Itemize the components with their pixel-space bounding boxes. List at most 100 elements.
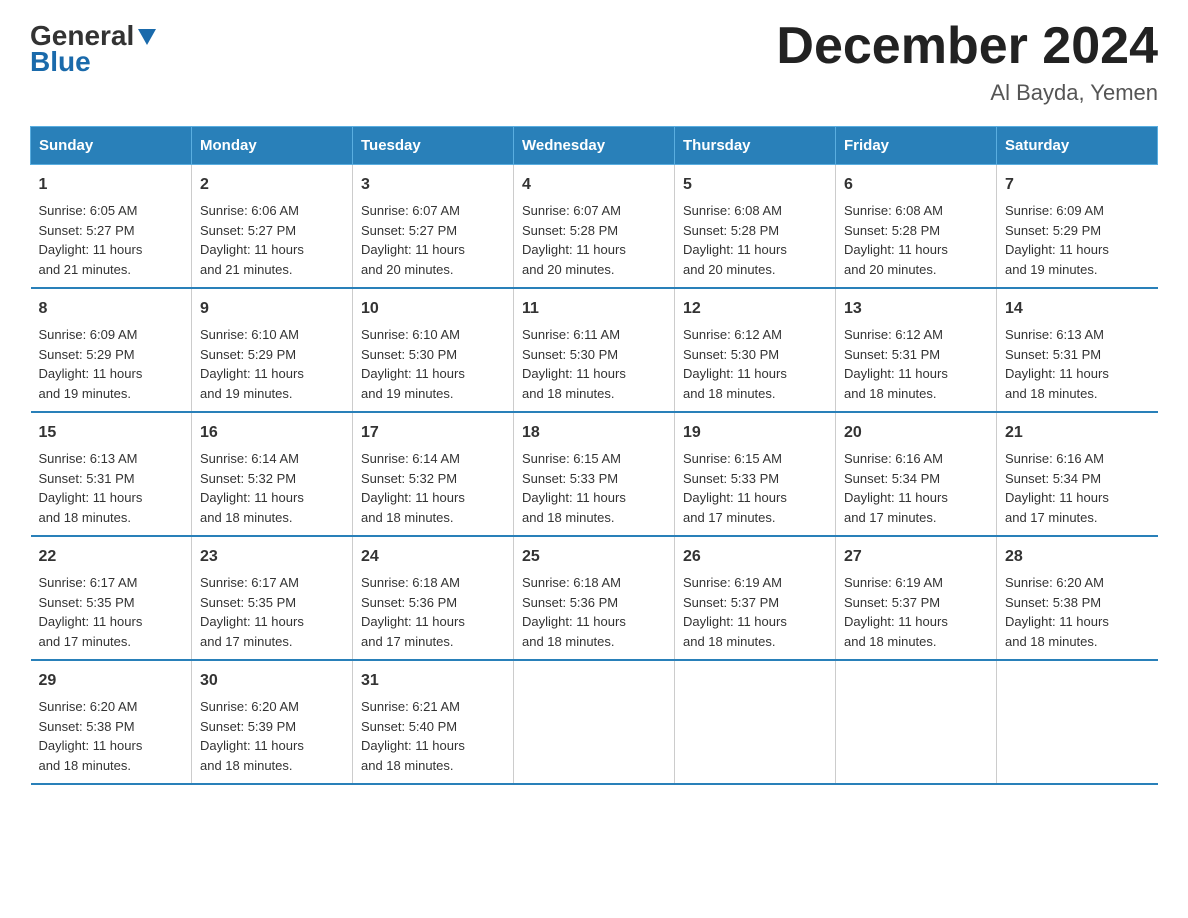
table-row: 31 Sunrise: 6:21 AMSunset: 5:40 PMDaylig… <box>353 660 514 784</box>
header-saturday: Saturday <box>997 127 1158 165</box>
day-info: Sunrise: 6:19 AMSunset: 5:37 PMDaylight:… <box>844 575 948 649</box>
day-info: Sunrise: 6:12 AMSunset: 5:31 PMDaylight:… <box>844 327 948 401</box>
day-info: Sunrise: 6:18 AMSunset: 5:36 PMDaylight:… <box>361 575 465 649</box>
header-monday: Monday <box>192 127 353 165</box>
day-info: Sunrise: 6:10 AMSunset: 5:29 PMDaylight:… <box>200 327 304 401</box>
month-title: December 2024 <box>776 20 1158 72</box>
table-row: 7 Sunrise: 6:09 AMSunset: 5:29 PMDayligh… <box>997 165 1158 289</box>
table-row: 22 Sunrise: 6:17 AMSunset: 5:35 PMDaylig… <box>31 536 192 660</box>
table-row: 29 Sunrise: 6:20 AMSunset: 5:38 PMDaylig… <box>31 660 192 784</box>
table-row: 8 Sunrise: 6:09 AMSunset: 5:29 PMDayligh… <box>31 288 192 412</box>
day-info: Sunrise: 6:15 AMSunset: 5:33 PMDaylight:… <box>683 451 787 525</box>
day-number: 23 <box>200 545 344 569</box>
day-info: Sunrise: 6:08 AMSunset: 5:28 PMDaylight:… <box>844 203 948 277</box>
day-info: Sunrise: 6:11 AMSunset: 5:30 PMDaylight:… <box>522 327 626 401</box>
day-number: 29 <box>39 669 184 693</box>
table-row: 25 Sunrise: 6:18 AMSunset: 5:36 PMDaylig… <box>514 536 675 660</box>
day-info: Sunrise: 6:16 AMSunset: 5:34 PMDaylight:… <box>844 451 948 525</box>
day-number: 7 <box>1005 173 1150 197</box>
day-number: 26 <box>683 545 827 569</box>
day-number: 8 <box>39 297 184 321</box>
table-row: 9 Sunrise: 6:10 AMSunset: 5:29 PMDayligh… <box>192 288 353 412</box>
day-number: 10 <box>361 297 505 321</box>
page-header: General Blue December 2024 Al Bayda, Yem… <box>30 20 1158 106</box>
day-number: 5 <box>683 173 827 197</box>
day-info: Sunrise: 6:17 AMSunset: 5:35 PMDaylight:… <box>200 575 304 649</box>
day-number: 3 <box>361 173 505 197</box>
table-row <box>997 660 1158 784</box>
calendar-week-row: 8 Sunrise: 6:09 AMSunset: 5:29 PMDayligh… <box>31 288 1158 412</box>
day-info: Sunrise: 6:20 AMSunset: 5:39 PMDaylight:… <box>200 699 304 773</box>
day-info: Sunrise: 6:15 AMSunset: 5:33 PMDaylight:… <box>522 451 626 525</box>
table-row: 30 Sunrise: 6:20 AMSunset: 5:39 PMDaylig… <box>192 660 353 784</box>
table-row: 20 Sunrise: 6:16 AMSunset: 5:34 PMDaylig… <box>836 412 997 536</box>
table-row: 2 Sunrise: 6:06 AMSunset: 5:27 PMDayligh… <box>192 165 353 289</box>
table-row: 6 Sunrise: 6:08 AMSunset: 5:28 PMDayligh… <box>836 165 997 289</box>
table-row: 3 Sunrise: 6:07 AMSunset: 5:27 PMDayligh… <box>353 165 514 289</box>
table-row: 13 Sunrise: 6:12 AMSunset: 5:31 PMDaylig… <box>836 288 997 412</box>
calendar-table: Sunday Monday Tuesday Wednesday Thursday… <box>30 126 1158 785</box>
table-row: 5 Sunrise: 6:08 AMSunset: 5:28 PMDayligh… <box>675 165 836 289</box>
day-info: Sunrise: 6:12 AMSunset: 5:30 PMDaylight:… <box>683 327 787 401</box>
table-row: 18 Sunrise: 6:15 AMSunset: 5:33 PMDaylig… <box>514 412 675 536</box>
day-number: 4 <box>522 173 666 197</box>
header-wednesday: Wednesday <box>514 127 675 165</box>
day-number: 2 <box>200 173 344 197</box>
day-number: 9 <box>200 297 344 321</box>
calendar-week-row: 22 Sunrise: 6:17 AMSunset: 5:35 PMDaylig… <box>31 536 1158 660</box>
table-row: 4 Sunrise: 6:07 AMSunset: 5:28 PMDayligh… <box>514 165 675 289</box>
table-row: 23 Sunrise: 6:17 AMSunset: 5:35 PMDaylig… <box>192 536 353 660</box>
table-row: 17 Sunrise: 6:14 AMSunset: 5:32 PMDaylig… <box>353 412 514 536</box>
logo-triangle-icon <box>138 29 156 45</box>
table-row <box>514 660 675 784</box>
day-number: 21 <box>1005 421 1150 445</box>
calendar-week-row: 1 Sunrise: 6:05 AMSunset: 5:27 PMDayligh… <box>31 165 1158 289</box>
day-info: Sunrise: 6:13 AMSunset: 5:31 PMDaylight:… <box>39 451 143 525</box>
table-row: 21 Sunrise: 6:16 AMSunset: 5:34 PMDaylig… <box>997 412 1158 536</box>
day-number: 17 <box>361 421 505 445</box>
day-info: Sunrise: 6:05 AMSunset: 5:27 PMDaylight:… <box>39 203 143 277</box>
day-info: Sunrise: 6:13 AMSunset: 5:31 PMDaylight:… <box>1005 327 1109 401</box>
day-number: 19 <box>683 421 827 445</box>
day-info: Sunrise: 6:14 AMSunset: 5:32 PMDaylight:… <box>200 451 304 525</box>
day-number: 14 <box>1005 297 1150 321</box>
day-number: 28 <box>1005 545 1150 569</box>
day-info: Sunrise: 6:19 AMSunset: 5:37 PMDaylight:… <box>683 575 787 649</box>
location-title: Al Bayda, Yemen <box>776 80 1158 106</box>
day-info: Sunrise: 6:14 AMSunset: 5:32 PMDaylight:… <box>361 451 465 525</box>
day-info: Sunrise: 6:20 AMSunset: 5:38 PMDaylight:… <box>39 699 143 773</box>
table-row: 14 Sunrise: 6:13 AMSunset: 5:31 PMDaylig… <box>997 288 1158 412</box>
day-info: Sunrise: 6:08 AMSunset: 5:28 PMDaylight:… <box>683 203 787 277</box>
header-thursday: Thursday <box>675 127 836 165</box>
day-number: 27 <box>844 545 988 569</box>
day-info: Sunrise: 6:07 AMSunset: 5:27 PMDaylight:… <box>361 203 465 277</box>
table-row <box>836 660 997 784</box>
day-number: 15 <box>39 421 184 445</box>
table-row: 16 Sunrise: 6:14 AMSunset: 5:32 PMDaylig… <box>192 412 353 536</box>
table-row: 10 Sunrise: 6:10 AMSunset: 5:30 PMDaylig… <box>353 288 514 412</box>
day-info: Sunrise: 6:07 AMSunset: 5:28 PMDaylight:… <box>522 203 626 277</box>
day-number: 12 <box>683 297 827 321</box>
title-block: December 2024 Al Bayda, Yemen <box>776 20 1158 106</box>
day-info: Sunrise: 6:20 AMSunset: 5:38 PMDaylight:… <box>1005 575 1109 649</box>
day-number: 11 <box>522 297 666 321</box>
day-info: Sunrise: 6:06 AMSunset: 5:27 PMDaylight:… <box>200 203 304 277</box>
day-info: Sunrise: 6:09 AMSunset: 5:29 PMDaylight:… <box>39 327 143 401</box>
header-sunday: Sunday <box>31 127 192 165</box>
calendar-header-row: Sunday Monday Tuesday Wednesday Thursday… <box>31 127 1158 165</box>
table-row: 24 Sunrise: 6:18 AMSunset: 5:36 PMDaylig… <box>353 536 514 660</box>
day-info: Sunrise: 6:17 AMSunset: 5:35 PMDaylight:… <box>39 575 143 649</box>
day-info: Sunrise: 6:10 AMSunset: 5:30 PMDaylight:… <box>361 327 465 401</box>
table-row: 27 Sunrise: 6:19 AMSunset: 5:37 PMDaylig… <box>836 536 997 660</box>
day-number: 20 <box>844 421 988 445</box>
table-row: 28 Sunrise: 6:20 AMSunset: 5:38 PMDaylig… <box>997 536 1158 660</box>
logo-blue-text: Blue <box>30 46 91 78</box>
day-info: Sunrise: 6:18 AMSunset: 5:36 PMDaylight:… <box>522 575 626 649</box>
day-number: 16 <box>200 421 344 445</box>
table-row: 19 Sunrise: 6:15 AMSunset: 5:33 PMDaylig… <box>675 412 836 536</box>
table-row: 26 Sunrise: 6:19 AMSunset: 5:37 PMDaylig… <box>675 536 836 660</box>
table-row: 11 Sunrise: 6:11 AMSunset: 5:30 PMDaylig… <box>514 288 675 412</box>
header-tuesday: Tuesday <box>353 127 514 165</box>
day-number: 24 <box>361 545 505 569</box>
calendar-week-row: 29 Sunrise: 6:20 AMSunset: 5:38 PMDaylig… <box>31 660 1158 784</box>
